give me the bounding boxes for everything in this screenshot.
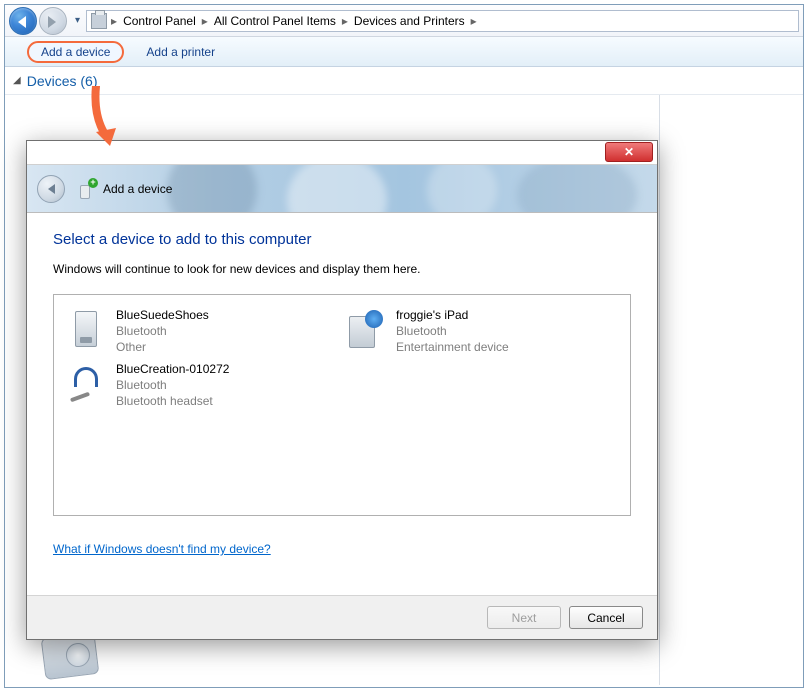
cancel-button[interactable]: Cancel (569, 606, 643, 629)
device-type: Bluetooth (396, 323, 509, 339)
add-device-dialog: ✕ + Add a device Select a device to add … (26, 140, 658, 640)
dialog-title: Add a device (103, 182, 172, 196)
devices-category-header[interactable]: ◢ Devices (6) (5, 67, 803, 95)
device-category: Other (116, 339, 209, 355)
add-a-printer-toolbar[interactable]: Add a printer (146, 45, 215, 59)
close-button[interactable]: ✕ (605, 142, 653, 162)
right-pane (660, 95, 803, 685)
dialog-titlebar: ✕ (27, 141, 657, 165)
device-category: Bluetooth headset (116, 393, 229, 409)
device-type: Bluetooth (116, 323, 209, 339)
dialog-subtext: Windows will continue to look for new de… (53, 262, 631, 276)
media-device-icon (346, 307, 386, 351)
back-button[interactable] (9, 7, 37, 35)
device-name: BlueSuedeShoes (116, 307, 209, 323)
device-name: froggie's iPad (396, 307, 509, 323)
dialog-footer: Next Cancel (27, 595, 657, 639)
headset-icon (66, 361, 106, 405)
add-a-device-toolbar[interactable]: Add a device (27, 41, 124, 63)
next-button[interactable]: Next (487, 606, 561, 629)
dialog-heading: Select a device to add to this computer (53, 231, 631, 248)
category-label: Devices (27, 73, 77, 89)
dialog-body: Select a device to add to this computer … (27, 213, 657, 566)
crumb-control-panel[interactable]: Control Panel (117, 14, 202, 28)
device-category: Entertainment device (396, 339, 509, 355)
add-device-icon: + (77, 179, 97, 199)
category-count: (6) (80, 73, 97, 89)
device-item-froggies-ipad[interactable]: froggie's iPad Bluetooth Entertainment d… (342, 303, 622, 357)
device-item-bluecreation[interactable]: BlueCreation-010272 Bluetooth Bluetooth … (62, 357, 342, 411)
breadcrumb[interactable]: ▸ Control Panel ▸ All Control Panel Item… (86, 10, 799, 32)
device-name: BlueCreation-010272 (116, 361, 229, 377)
address-bar: ▾ ▸ Control Panel ▸ All Control Panel It… (5, 5, 803, 37)
help-link[interactable]: What if Windows doesn't find my device? (53, 542, 271, 556)
computer-icon (66, 307, 106, 351)
device-type: Bluetooth (116, 377, 229, 393)
device-list: BlueSuedeShoes Bluetooth Other froggie's… (53, 294, 631, 516)
history-dropdown[interactable]: ▾ (75, 15, 80, 26)
collapse-icon: ◢ (13, 75, 21, 86)
forward-button[interactable] (39, 7, 67, 35)
device-item-bluesuedeshoes[interactable]: BlueSuedeShoes Bluetooth Other (62, 303, 342, 357)
toolbar: Add a device Add a printer (5, 37, 803, 67)
devices-printers-icon (91, 13, 107, 29)
crumb-all-items[interactable]: All Control Panel Items (208, 14, 342, 28)
crumb-devices-printers[interactable]: Devices and Printers (348, 14, 471, 28)
dialog-banner: + Add a device (27, 165, 657, 213)
dialog-back-button[interactable] (37, 175, 65, 203)
